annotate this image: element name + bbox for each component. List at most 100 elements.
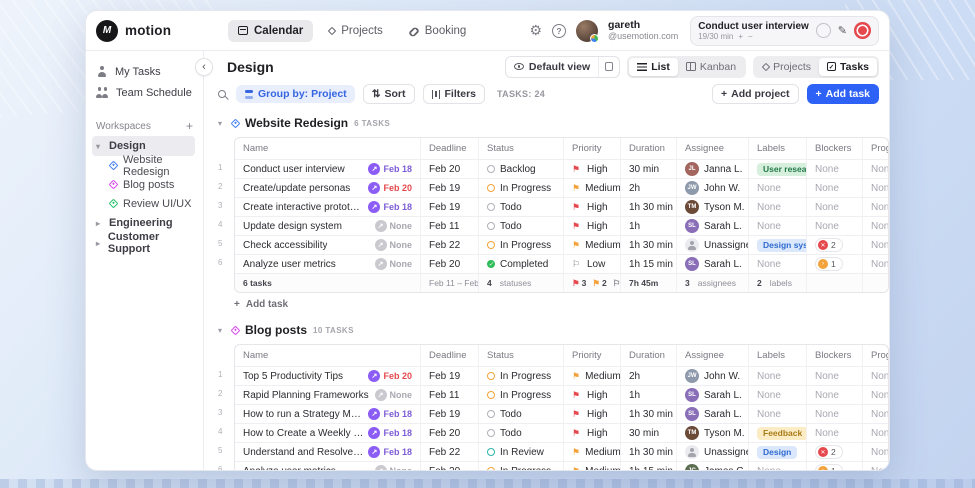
- user-info[interactable]: gareth @usemotion.com: [608, 19, 678, 41]
- labels-cell[interactable]: None: [749, 462, 807, 470]
- stop-timer-button[interactable]: [854, 22, 871, 39]
- timer-plus-button[interactable]: +: [738, 32, 743, 41]
- progress-cell[interactable]: None: [863, 367, 889, 385]
- sidebar-item-team-schedule[interactable]: Team Schedule: [96, 82, 195, 103]
- table-row[interactable]: Create interactive prototypes↗Feb 18Feb …: [235, 197, 889, 216]
- collapse-sidebar-button[interactable]: ‹: [195, 58, 213, 76]
- labels-cell[interactable]: Design system: [749, 236, 807, 254]
- status-cell[interactable]: In Progress: [479, 386, 564, 404]
- deadline-cell[interactable]: Feb 19: [421, 405, 479, 423]
- task-name-cell[interactable]: How to run a Strategy Meeting↗Feb 18: [235, 405, 421, 423]
- group-by-button[interactable]: Group by: Project: [236, 85, 355, 103]
- user-avatar[interactable]: [576, 20, 598, 42]
- duration-cell[interactable]: 2h: [621, 367, 677, 385]
- assignee-cell[interactable]: TMTyson M.: [677, 198, 749, 216]
- add-workspace-button[interactable]: +: [184, 119, 195, 133]
- table-row[interactable]: Analyze user metrics↗NoneFeb 20In Progre…: [235, 461, 889, 470]
- progress-cell[interactable]: None: [863, 160, 889, 178]
- duration-cell[interactable]: 2h: [621, 179, 677, 197]
- table-row[interactable]: Understand and Resolve Conflict↗Feb 18Fe…: [235, 442, 889, 461]
- column-header-duration[interactable]: Duration: [621, 138, 677, 159]
- section-add-task-button[interactable]: + Add task: [234, 295, 889, 313]
- assignee-cell[interactable]: JWJohn W.: [677, 367, 749, 385]
- status-cell[interactable]: ✓Completed: [479, 255, 564, 273]
- deadline-cell[interactable]: Feb 19: [421, 367, 479, 385]
- progress-cell[interactable]: None: [863, 443, 889, 461]
- priority-cell[interactable]: ⚑High: [564, 198, 621, 216]
- labels-cell[interactable]: None: [749, 405, 807, 423]
- filters-button[interactable]: Filters: [423, 84, 486, 104]
- column-header-name[interactable]: Name: [235, 138, 421, 159]
- add-project-button[interactable]: + Add project: [712, 84, 798, 104]
- column-header-name[interactable]: Name: [235, 345, 421, 366]
- table-row[interactable]: Update design system↗NoneFeb 11Todo⚑High…: [235, 216, 889, 235]
- view-kanban[interactable]: Kanban: [678, 58, 744, 76]
- assignee-cell[interactable]: SLSarah L.: [677, 386, 749, 404]
- deadline-cell[interactable]: Feb 19: [421, 198, 479, 216]
- edit-pencil-icon[interactable]: ✎: [838, 24, 847, 37]
- default-view-button[interactable]: Default view: [505, 56, 620, 78]
- project-blog-posts[interactable]: Blog posts: [96, 175, 195, 194]
- priority-cell[interactable]: ⚑High: [564, 217, 621, 235]
- tab-booking[interactable]: Booking: [399, 20, 477, 42]
- view-list[interactable]: List: [629, 58, 678, 76]
- column-header-progress[interactable]: Progress: [863, 138, 889, 159]
- column-header-labels[interactable]: Labels: [749, 345, 807, 366]
- blockers-cell[interactable]: None: [807, 386, 863, 404]
- duration-cell[interactable]: 1h 30 min: [621, 198, 677, 216]
- brand[interactable]: M motion: [96, 20, 206, 42]
- status-cell[interactable]: Todo: [479, 198, 564, 216]
- blockers-cell[interactable]: None: [807, 179, 863, 197]
- priority-cell[interactable]: ⚑High: [564, 405, 621, 423]
- task-name-cell[interactable]: Create interactive prototypes↗Feb 18: [235, 198, 421, 216]
- deadline-cell[interactable]: Feb 22: [421, 236, 479, 254]
- duration-cell[interactable]: 1h 15 min: [621, 255, 677, 273]
- deadline-cell[interactable]: Feb 11: [421, 386, 479, 404]
- task-name-cell[interactable]: Update design system↗None: [235, 217, 421, 235]
- labels-cell[interactable]: None: [749, 386, 807, 404]
- scope-projects[interactable]: Projects: [755, 58, 819, 76]
- column-header-deadline[interactable]: Deadline: [421, 138, 479, 159]
- chevron-down-icon[interactable]: ▾: [218, 326, 226, 335]
- task-name-cell[interactable]: Check accessibility↗None: [235, 236, 421, 254]
- status-cell[interactable]: In Review: [479, 443, 564, 461]
- duration-cell[interactable]: 1h: [621, 217, 677, 235]
- add-task-button[interactable]: + Add task: [807, 84, 879, 104]
- labels-cell[interactable]: Design: [749, 443, 807, 461]
- priority-cell[interactable]: ⚑High: [564, 160, 621, 178]
- column-header-status[interactable]: Status: [479, 138, 564, 159]
- duration-cell[interactable]: 1h 30 min: [621, 236, 677, 254]
- assignee-cell[interactable]: SLSarah L.: [677, 255, 749, 273]
- status-cell[interactable]: Backlog: [479, 160, 564, 178]
- column-header-blockers[interactable]: Blockers: [807, 345, 863, 366]
- task-name-cell[interactable]: Rapid Planning Frameworks↗None: [235, 386, 421, 404]
- status-cell[interactable]: In Progress: [479, 462, 564, 470]
- duration-cell[interactable]: 30 min: [621, 160, 677, 178]
- duration-cell[interactable]: 1h 30 min: [621, 443, 677, 461]
- table-row[interactable]: Create/update personas↗Feb 20Feb 19In Pr…: [235, 178, 889, 197]
- status-cell[interactable]: Todo: [479, 405, 564, 423]
- blockers-cell[interactable]: ›1: [807, 462, 863, 470]
- assignee-cell[interactable]: Unassigned: [677, 443, 749, 461]
- deadline-cell[interactable]: Feb 20: [421, 160, 479, 178]
- task-name-cell[interactable]: Top 5 Productivity Tips↗Feb 20: [235, 367, 421, 385]
- task-name-cell[interactable]: Analyze user metrics↗None: [235, 255, 421, 273]
- chevron-down-icon[interactable]: ▾: [218, 119, 226, 128]
- progress-cell[interactable]: None: [863, 179, 889, 197]
- table-row[interactable]: Check accessibility↗NoneFeb 22In Progres…: [235, 235, 889, 254]
- task-name-cell[interactable]: Understand and Resolve Conflict↗Feb 18: [235, 443, 421, 461]
- table-row[interactable]: Rapid Planning Frameworks↗NoneFeb 11In P…: [235, 385, 889, 404]
- deadline-cell[interactable]: Feb 22: [421, 443, 479, 461]
- search-icon[interactable]: [218, 90, 226, 98]
- priority-cell[interactable]: ⚑Medium: [564, 443, 621, 461]
- blockers-cell[interactable]: None: [807, 160, 863, 178]
- table-row[interactable]: Conduct user interview↗Feb 18Feb 20Backl…: [235, 159, 889, 178]
- column-header-assignee[interactable]: Assignee: [677, 345, 749, 366]
- assignee-cell[interactable]: JLJanna L.: [677, 160, 749, 178]
- column-header-priority[interactable]: Priority: [564, 138, 621, 159]
- blockers-cell[interactable]: None: [807, 198, 863, 216]
- gear-icon[interactable]: ⚙: [529, 22, 542, 39]
- priority-cell[interactable]: ⚑Medium: [564, 367, 621, 385]
- deadline-cell[interactable]: Feb 19: [421, 179, 479, 197]
- deadline-cell[interactable]: Feb 11: [421, 217, 479, 235]
